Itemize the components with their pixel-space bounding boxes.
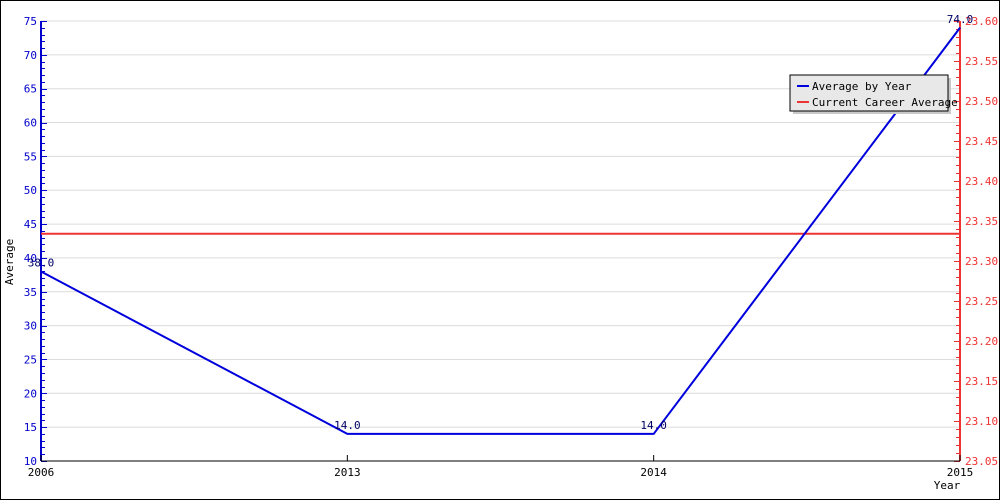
data-point bbox=[40, 270, 42, 272]
right-tick-label: 23.20 bbox=[965, 335, 998, 348]
right-tick-label: 23.45 bbox=[965, 135, 998, 148]
data-point bbox=[959, 27, 961, 29]
left-y-axis: 1015202530354045505560657075 bbox=[24, 15, 47, 468]
right-tick-label: 23.30 bbox=[965, 255, 998, 268]
x-axis-title: Year bbox=[934, 479, 961, 492]
right-tick-label: 23.15 bbox=[965, 375, 998, 388]
data-label: 74.0 bbox=[947, 13, 974, 26]
left-tick-label: 20 bbox=[24, 387, 37, 400]
left-tick-label: 65 bbox=[24, 83, 37, 96]
left-tick-label: 70 bbox=[24, 49, 37, 62]
y-axis-title: Average bbox=[3, 239, 16, 285]
data-label: 14.0 bbox=[334, 419, 361, 432]
data-label: 38.0 bbox=[28, 256, 55, 269]
data-point bbox=[653, 433, 655, 435]
left-tick-label: 75 bbox=[24, 15, 37, 28]
left-tick-label: 60 bbox=[24, 117, 37, 130]
left-tick-label: 15 bbox=[24, 421, 37, 434]
left-tick-label: 35 bbox=[24, 286, 37, 299]
x-tick-label: 2014 bbox=[640, 466, 667, 479]
left-tick-label: 25 bbox=[24, 353, 37, 366]
right-y-axis: 23.0523.1023.1523.2023.2523.3023.3523.40… bbox=[954, 15, 998, 468]
legend: Average by Year Current Career Average bbox=[789, 74, 958, 114]
right-tick-label: 23.35 bbox=[965, 215, 998, 228]
x-tick-label: 2015 bbox=[947, 466, 974, 479]
line-chart: 1015202530354045505560657075 23.0523.102… bbox=[3, 13, 998, 492]
data-point bbox=[346, 433, 348, 435]
legend-label-career-average: Current Career Average bbox=[812, 96, 958, 109]
data-label: 14.0 bbox=[640, 419, 667, 432]
right-tick-label: 23.40 bbox=[965, 175, 998, 188]
right-tick-label: 23.55 bbox=[965, 55, 998, 68]
left-tick-label: 55 bbox=[24, 150, 37, 163]
right-tick-label: 23.10 bbox=[965, 415, 998, 428]
legend-label-average-by-year: Average by Year bbox=[812, 80, 912, 93]
x-axis: 2006 2013 2014 2015 bbox=[28, 455, 974, 479]
right-tick-label: 23.25 bbox=[965, 295, 998, 308]
left-tick-label: 30 bbox=[24, 320, 37, 333]
x-tick-label: 2013 bbox=[334, 466, 361, 479]
left-tick-label: 50 bbox=[24, 184, 37, 197]
right-tick-label: 23.50 bbox=[965, 95, 998, 108]
left-tick-label: 45 bbox=[24, 218, 37, 231]
x-tick-label: 2006 bbox=[28, 466, 55, 479]
